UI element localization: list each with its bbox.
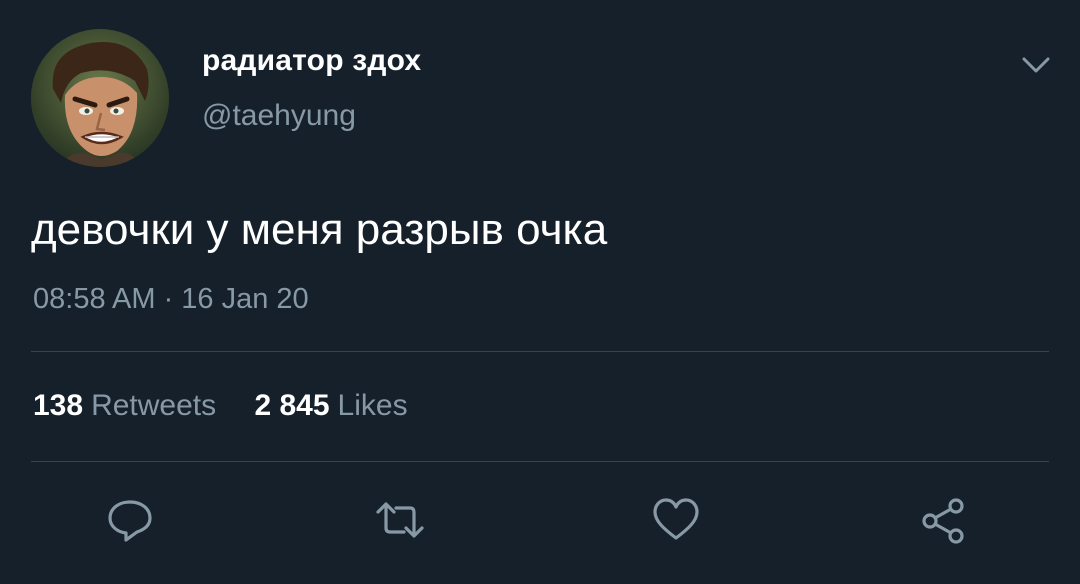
share-button[interactable] (918, 494, 970, 546)
heart-icon (653, 498, 699, 540)
likes-stat[interactable]: 2 845 Likes (254, 389, 407, 423)
retweets-stat[interactable]: 138 Retweets (33, 389, 216, 423)
tweet-timestamp[interactable]: 08:58 AM · 16 Jan 20 (33, 283, 309, 316)
likes-label: Likes (337, 389, 408, 422)
divider (31, 351, 1049, 352)
tweet-text: девочки у меня разрыв очка (31, 205, 608, 254)
reply-icon (108, 500, 152, 542)
chevron-down-icon[interactable] (1018, 50, 1054, 80)
display-name[interactable]: радиатор здох (202, 44, 421, 78)
reply-button[interactable] (104, 494, 156, 546)
likes-count: 2 845 (254, 389, 330, 422)
user-handle[interactable]: @taehyung (202, 99, 356, 133)
avatar-image (31, 29, 169, 167)
retweet-button[interactable] (374, 494, 426, 546)
retweets-count: 138 (33, 389, 84, 422)
divider (31, 461, 1049, 462)
engagement-stats: 138 Retweets 2 845 Likes (33, 389, 408, 423)
retweets-label: Retweets (91, 389, 217, 422)
share-icon (922, 498, 964, 544)
avatar[interactable] (31, 29, 169, 167)
tweet-detail: радиатор здох @taehyung девочки у меня р… (0, 0, 1080, 584)
retweet-icon (376, 502, 424, 538)
like-button[interactable] (650, 494, 702, 546)
